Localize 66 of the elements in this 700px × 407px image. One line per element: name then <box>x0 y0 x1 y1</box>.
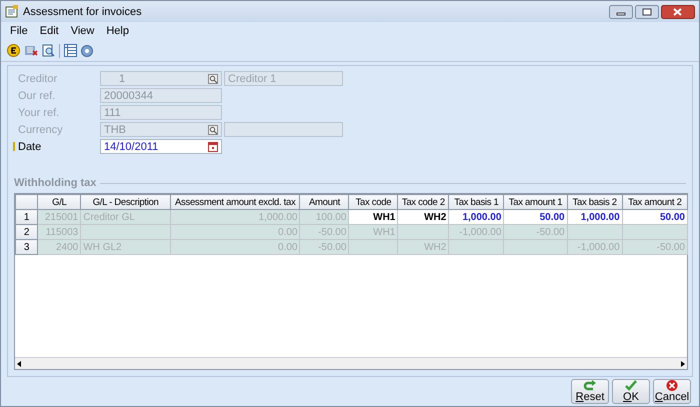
table-cell: 1,000.00 <box>567 210 622 224</box>
column-header[interactable]: G/L - Description <box>80 194 170 210</box>
table-cell: 1,000.00 <box>448 210 504 224</box>
table-cell: WH2 <box>398 210 449 224</box>
ok-button[interactable]: OK <box>612 379 650 404</box>
cancel-button[interactable]: Cancel <box>653 379 691 404</box>
table-cell: WH2 <box>398 240 449 254</box>
reset-icon <box>583 380 597 391</box>
column-header[interactable]: Tax amount 1 <box>504 194 568 210</box>
table-cell: WH1 <box>348 224 398 240</box>
reset-button[interactable]: Reset <box>571 379 609 404</box>
row-number[interactable]: 1 <box>16 210 38 224</box>
table-cell: -50.00 <box>504 224 568 240</box>
field-label: Date <box>18 140 42 152</box>
table-cell: Creditor GL <box>80 210 170 224</box>
column-header[interactable]: Assessment amount excld. tax <box>170 194 300 210</box>
lookup-icon[interactable] <box>208 124 218 134</box>
column-header[interactable]: Tax basis 1 <box>448 194 504 210</box>
menu-item[interactable]: File <box>4 25 34 37</box>
menu-item[interactable]: Edit <box>34 25 65 37</box>
column-header[interactable]: Amount <box>300 194 349 210</box>
section-title: Withholding tax <box>14 177 96 189</box>
column-header[interactable]: Tax basis 2 <box>567 194 622 210</box>
row-number[interactable]: 2 <box>16 224 38 240</box>
window-icon <box>5 5 19 18</box>
table-cell: 2400 <box>38 240 81 254</box>
document-search-icon[interactable] <box>42 44 55 57</box>
table-cell: -50.00 <box>622 240 688 254</box>
document-delete-icon[interactable] <box>24 44 38 57</box>
field-label: Currency <box>18 124 63 136</box>
column-header[interactable]: Tax code <box>348 194 398 210</box>
table-cell: 0.00 <box>170 240 300 254</box>
column-header[interactable]: Tax amount 2 <box>622 194 688 210</box>
check-icon <box>624 380 638 391</box>
row-number[interactable]: 3 <box>16 240 38 254</box>
table-cell: 115003 <box>38 224 81 240</box>
table-cell: WH GL2 <box>80 240 170 254</box>
menu-item[interactable]: View <box>64 25 100 37</box>
name-field: Creditor 1 <box>224 71 343 86</box>
field-label: Creditor <box>18 72 58 84</box>
table-cell: 100.00 <box>300 210 349 224</box>
table-cell: -50.00 <box>300 224 349 240</box>
date-field[interactable]: 14/10/2011 <box>100 139 222 154</box>
table-cell: -1,000.00 <box>448 224 504 240</box>
field-label: Our ref. <box>18 90 56 102</box>
list-icon[interactable] <box>64 44 77 57</box>
table-cell: 50.00 <box>504 210 568 224</box>
close-icon[interactable] <box>661 4 695 18</box>
maximize-icon[interactable] <box>635 4 659 18</box>
table-cell: 50.00 <box>622 210 688 224</box>
table-cell: 0.00 <box>170 224 300 240</box>
field-label: Your ref. <box>18 106 60 118</box>
column-header[interactable]: Tax code 2 <box>398 194 449 210</box>
table-cell: WH1 <box>348 210 398 224</box>
table-cell: 215001 <box>38 210 81 224</box>
close-icon <box>665 380 679 391</box>
calendar-icon[interactable] <box>208 142 218 152</box>
column-header[interactable]: G/L <box>38 194 81 210</box>
lookup-icon[interactable] <box>208 74 218 84</box>
coin-icon[interactable] <box>7 44 20 57</box>
minimize-icon[interactable] <box>609 4 633 18</box>
window-title: Assessment for invoices <box>23 6 143 18</box>
menu-item[interactable]: Help <box>100 25 135 37</box>
table-cell: -50.00 <box>300 240 349 254</box>
table-cell: -1,000.00 <box>567 240 622 254</box>
table-cell: 1,000.00 <box>170 210 300 224</box>
